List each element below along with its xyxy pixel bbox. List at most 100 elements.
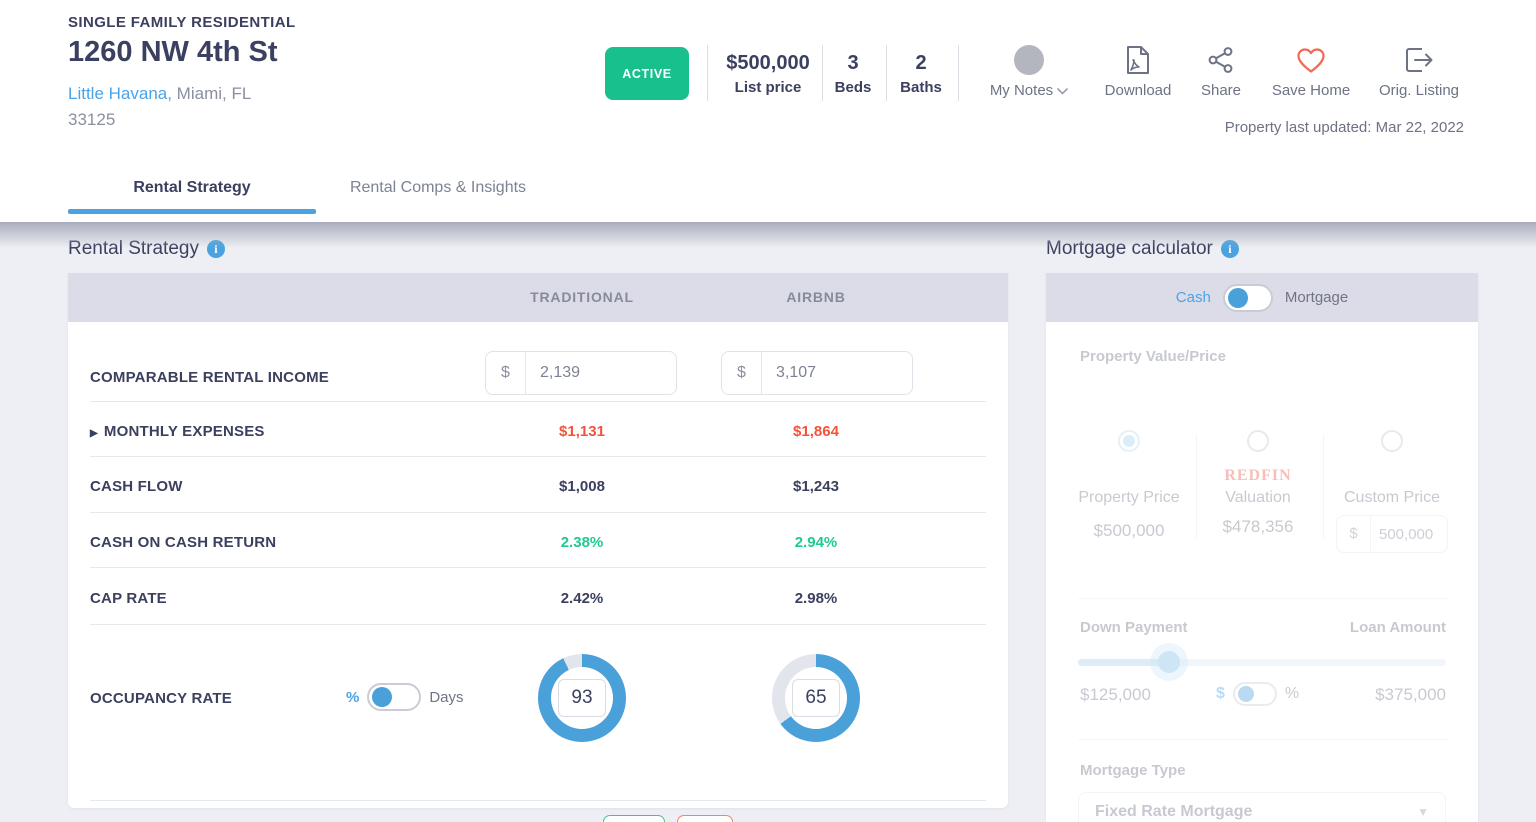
- section-divider: [1078, 739, 1448, 740]
- property-price-value: $500,000: [1093, 521, 1165, 540]
- row-label-occupancy: OCCUPANCY RATE: [90, 690, 232, 707]
- option-custom-price[interactable]: Custom Price $: [1327, 430, 1457, 553]
- custom-price-input-wrap: $: [1336, 515, 1448, 553]
- share-button[interactable]: Share: [1193, 42, 1249, 99]
- dollar-prefix: $: [486, 352, 526, 394]
- custom-price-label: Custom Price: [1343, 489, 1441, 506]
- dollar-prefix: $: [1337, 516, 1371, 552]
- percent-option[interactable]: %: [1285, 685, 1299, 703]
- radio-selected-icon[interactable]: [1118, 430, 1140, 452]
- cash-mortgage-knob[interactable]: [1227, 287, 1248, 308]
- cash-mortgage-toggle[interactable]: [1222, 283, 1273, 312]
- baths-stat: 2 Baths: [888, 50, 954, 100]
- row-label-expenses[interactable]: ▶ MONTHLY EXPENSES: [90, 423, 265, 440]
- property-type: SINGLE FAMILY RESIDENTIAL: [68, 14, 296, 31]
- row-divider: [90, 567, 986, 568]
- share-icon: [1193, 42, 1249, 78]
- list-price-value: $500,000: [726, 52, 810, 74]
- dollar-prefix: $: [722, 352, 762, 394]
- property-value-label: Property Value/Price: [1080, 348, 1226, 365]
- income-input-airbnb[interactable]: [762, 364, 882, 382]
- percent-option[interactable]: %: [346, 689, 359, 706]
- column-divider: [1323, 434, 1324, 539]
- info-icon[interactable]: i: [206, 240, 225, 258]
- property-header: SINGLE FAMILY RESIDENTIAL 1260 NW 4th St…: [0, 0, 1536, 154]
- radio-icon[interactable]: [1247, 430, 1269, 452]
- cash-option[interactable]: Cash: [1176, 289, 1211, 306]
- row-label-caprate: CAP RATE: [90, 590, 167, 607]
- valuation-value: $478,356: [1222, 517, 1294, 536]
- occupancy-toggle-knob[interactable]: [372, 687, 393, 707]
- beds-value: 3: [847, 52, 859, 74]
- tab-rental-strategy[interactable]: Rental Strategy: [68, 154, 316, 222]
- mortgage-option[interactable]: Mortgage: [1285, 289, 1348, 306]
- coc-airbnb: 2.94%: [794, 534, 838, 551]
- mortgage-calculator-card: Cash Mortgage Property Value/Price Prope…: [1046, 273, 1478, 822]
- tab-rental-comps[interactable]: Rental Comps & Insights: [332, 154, 544, 222]
- occupancy-value-traditional: 93: [558, 679, 606, 717]
- option-redfin-valuation[interactable]: REDFIN Valuation $478,356: [1193, 430, 1323, 537]
- row-divider: [90, 456, 986, 457]
- save-home-button[interactable]: Save Home: [1263, 42, 1359, 99]
- dp-toggle-knob[interactable]: [1237, 686, 1254, 702]
- property-address: 1260 NW 4th St: [68, 36, 278, 68]
- mortgage-type-value: Fixed Rate Mortgage: [1095, 803, 1253, 820]
- expenses-label-text: MONTHLY EXPENSES: [103, 423, 265, 440]
- dp-toggle-track[interactable]: [1232, 682, 1277, 706]
- tab-bar: Rental Strategy Rental Comps & Insights: [0, 154, 1536, 222]
- feedback-yes-button[interactable]: Yes: [603, 814, 666, 822]
- income-input-traditional[interactable]: [526, 364, 646, 382]
- caprate-traditional: 2.42%: [560, 590, 604, 607]
- divider: [707, 45, 708, 101]
- share-label: Share: [1200, 82, 1242, 99]
- expenses-airbnb: $1,864: [793, 423, 839, 440]
- mortgage-disabled-section: Property Value/Price Property Price $500…: [1046, 322, 1478, 822]
- baths-value: 2: [915, 52, 927, 74]
- option-property-price[interactable]: Property Price $500,000: [1064, 430, 1194, 541]
- orig-listing-button[interactable]: Orig. Listing: [1373, 42, 1465, 99]
- feedback-row: Were these estimates helpful? Yes No: [68, 801, 1008, 822]
- divider: [886, 45, 887, 101]
- occupancy-donut-airbnb: 65: [772, 654, 860, 742]
- list-price-stat: $500,000 List price: [715, 50, 821, 100]
- dollar-percent-toggle[interactable]: $ %: [1216, 682, 1299, 706]
- down-payment-slider-knob[interactable]: [1158, 651, 1180, 673]
- beds-label: Beds: [834, 79, 872, 96]
- mortgage-type-dropdown[interactable]: Fixed Rate Mortgage ▼: [1078, 792, 1446, 822]
- section-divider: [1078, 598, 1448, 599]
- beds-stat: 3 Beds: [824, 50, 882, 100]
- redfin-logo: REDFIN: [1224, 467, 1292, 484]
- my-notes-button[interactable]: My Notes: [979, 42, 1079, 99]
- column-traditional: TRADITIONAL: [530, 289, 634, 305]
- cashflow-airbnb: $1,243: [793, 478, 839, 495]
- property-zip: 33125: [68, 110, 116, 129]
- dollar-option[interactable]: $: [1216, 685, 1225, 703]
- last-updated: Property last updated: Mar 22, 2022: [1224, 119, 1464, 136]
- down-payment-label: Down Payment: [1080, 619, 1188, 636]
- occupancy-unit-toggle[interactable]: % Days: [346, 683, 464, 711]
- custom-price-input[interactable]: [1371, 525, 1441, 543]
- info-icon[interactable]: i: [1220, 240, 1239, 258]
- pdf-download-icon: [1093, 42, 1183, 78]
- loan-amount-label: Loan Amount: [1349, 619, 1446, 636]
- income-input-traditional-wrap: $: [485, 351, 677, 395]
- radio-icon[interactable]: [1381, 430, 1403, 452]
- feedback-no-button[interactable]: No: [677, 814, 734, 822]
- rental-strategy-title: Rental Strategy i: [68, 238, 225, 260]
- mortgage-type-label: Mortgage Type: [1080, 762, 1186, 779]
- orig-listing-label: Orig. Listing: [1378, 82, 1460, 99]
- heart-icon: [1263, 42, 1359, 78]
- occupancy-toggle-track[interactable]: [367, 683, 422, 711]
- main-content: Rental Strategy i TRADITIONAL AIRBNB COM…: [0, 222, 1536, 822]
- down-payment-slider-track[interactable]: [1078, 659, 1446, 666]
- download-button[interactable]: Download: [1093, 42, 1183, 99]
- neighborhood-link[interactable]: Little Havana,: [68, 84, 172, 103]
- notes-avatar-icon: [1014, 45, 1044, 75]
- my-notes-label: My Notes: [989, 82, 1054, 99]
- property-location: Little Havana, Miami, FL: [68, 84, 251, 104]
- down-payment-min: $125,000: [1080, 685, 1151, 704]
- save-home-label: Save Home: [1271, 82, 1351, 99]
- expenses-traditional: $1,131: [559, 423, 605, 440]
- row-label-income: COMPARABLE RENTAL INCOME: [90, 369, 329, 386]
- days-option[interactable]: Days: [429, 689, 463, 706]
